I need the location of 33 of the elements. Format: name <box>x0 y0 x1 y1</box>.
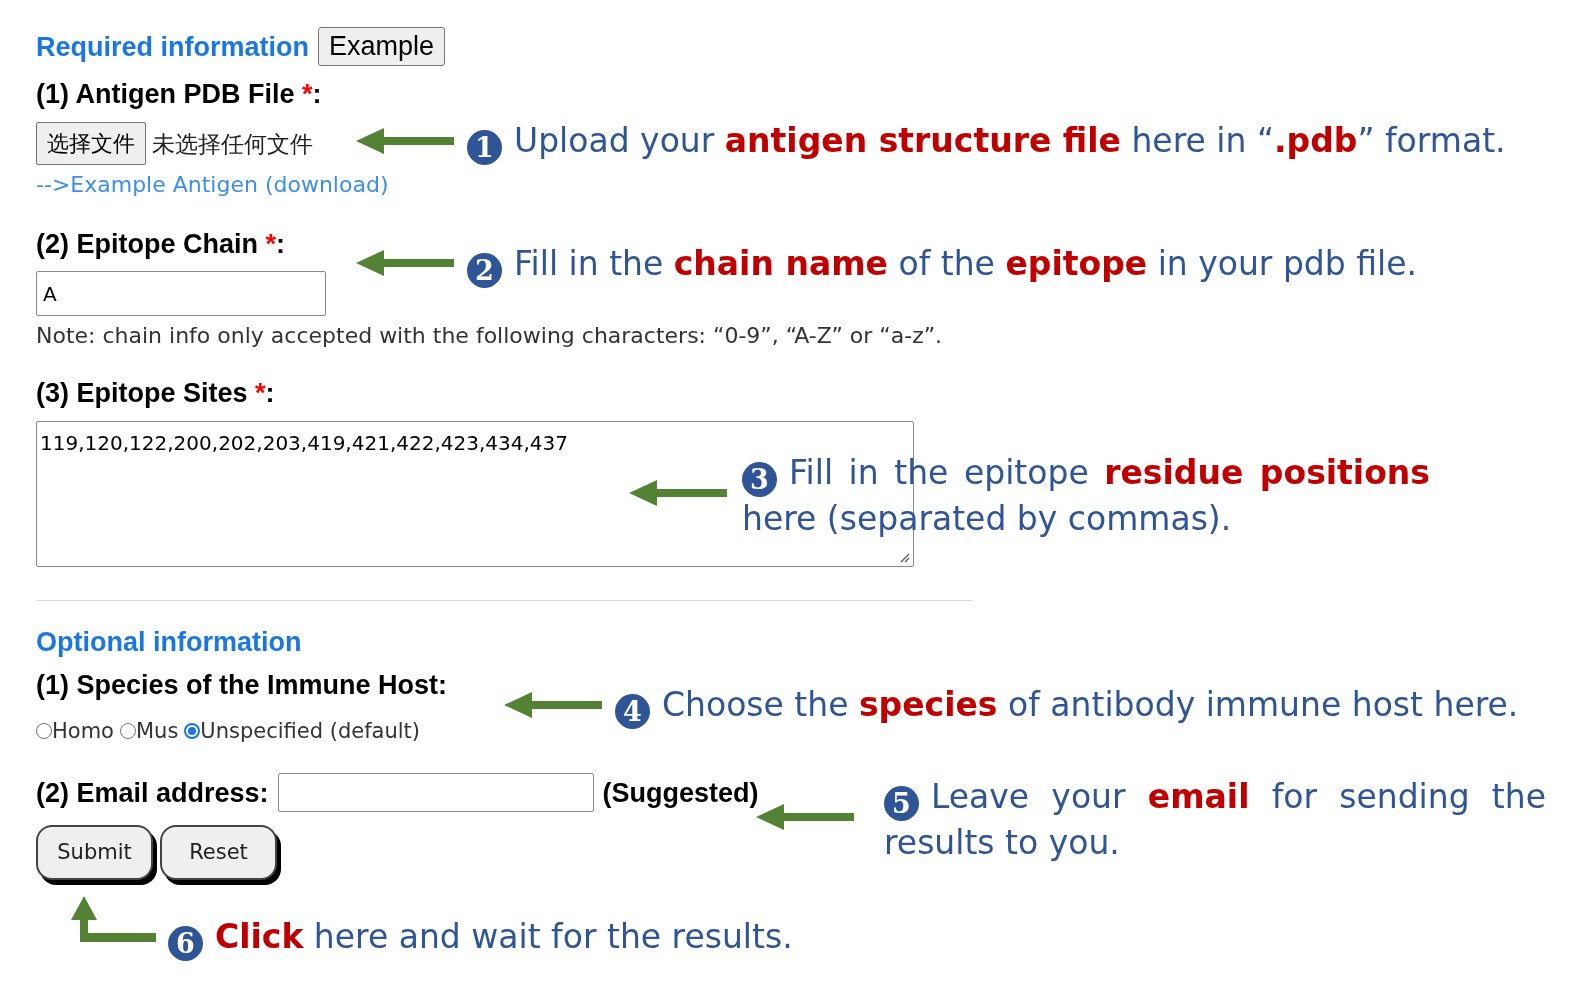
up-arrow-icon <box>70 896 156 942</box>
annotation-text: 4 Choose the species of antibody immune host here. <box>615 683 1519 729</box>
resize-handle-icon <box>900 553 910 563</box>
field-label: (3) Epitope Sites *: <box>36 378 275 408</box>
radio-label: Homo <box>52 718 114 744</box>
radio-button[interactable] <box>119 723 136 739</box>
radio-label: Unspecified (default) <box>200 718 420 744</box>
left-arrow-icon <box>356 128 454 154</box>
chain-note-text: Note: chain info only accepted with the following characters: “0-9”, “A-Z” or “a-z”. <box>36 323 943 349</box>
chain-input[interactable]: A <box>36 271 326 316</box>
radio-button[interactable] <box>36 723 52 739</box>
left-arrow-icon <box>504 692 602 718</box>
section-heading: Optional information <box>36 627 302 657</box>
email-input[interactable] <box>277 773 594 812</box>
radio-label: Mus <box>135 718 179 744</box>
choose-file-button[interactable]: 选择文件 <box>36 122 146 165</box>
file-status-text: 未选择任何文件 <box>152 130 313 157</box>
radio-button[interactable] <box>184 723 201 739</box>
field-label: (1) Species of the Immune Host: <box>36 670 448 700</box>
left-arrow-icon <box>356 250 454 276</box>
annotation-text: 5 Leave your email for sending the results to you. <box>884 776 1546 864</box>
section-heading: Required information <box>36 31 309 62</box>
sites-value-text: 119,120,122,200,202,203,419,421,422,423,434,437 <box>40 431 569 455</box>
field-label: (2) Email address: <box>36 777 269 808</box>
example-button[interactable]: Example <box>318 27 446 66</box>
field-label: (2) Epitope Chain *: <box>36 229 286 259</box>
left-arrow-icon <box>629 480 727 506</box>
suggested-hint: (Suggested) <box>602 777 759 808</box>
annotation-text: 6 Click here and wait for the results. <box>168 915 793 961</box>
field-label: (1) Antigen PDB File *: <box>36 79 322 109</box>
annotation-text: 2 Fill in the chain name of the epitope in your pdb file. <box>467 242 1417 288</box>
annotation-text: 1 Upload your antigen structure file here in “.pdb” format. <box>467 119 1506 165</box>
left-arrow-icon <box>756 804 854 830</box>
